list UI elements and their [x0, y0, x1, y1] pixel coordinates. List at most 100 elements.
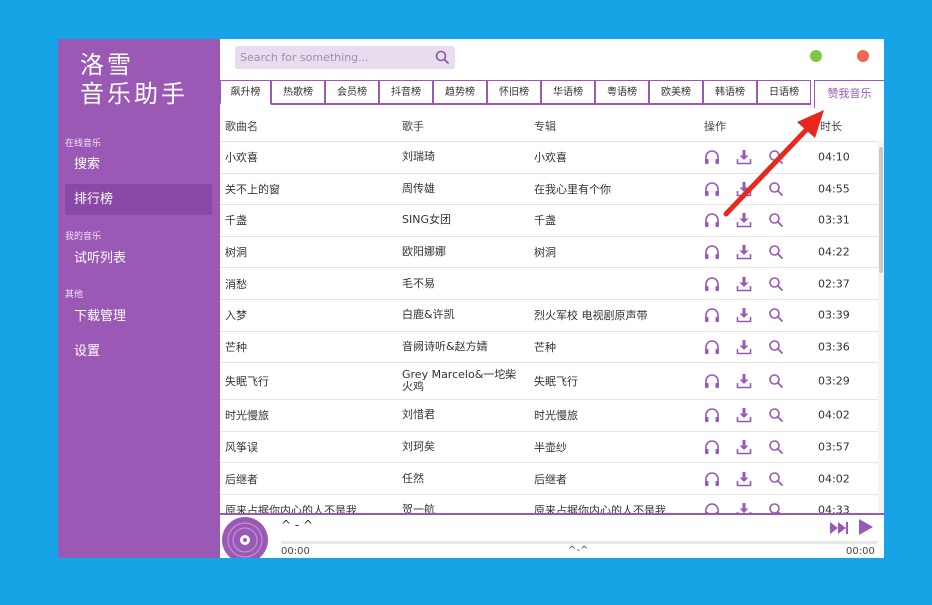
search-song-icon[interactable] [768, 407, 784, 423]
tab-0[interactable]: 飙升榜 [220, 80, 271, 105]
artist-name: 毛不易 [402, 276, 435, 290]
table-row[interactable]: 时光慢旅 刘惜君 时光慢旅 04:02 [220, 399, 878, 431]
tab-1[interactable]: 热歌榜 [271, 80, 325, 105]
download-icon[interactable] [736, 181, 752, 197]
row-actions [704, 181, 794, 197]
listen-icon[interactable] [704, 339, 720, 355]
album-disc-icon [222, 517, 268, 558]
download-icon[interactable] [736, 439, 752, 455]
search-song-icon[interactable] [768, 471, 784, 487]
table-row[interactable]: 消愁 毛不易 02:37 [220, 267, 878, 299]
progress-bar[interactable] [281, 541, 878, 544]
play-icon[interactable] [856, 518, 874, 536]
search-song-icon[interactable] [768, 181, 784, 197]
row-actions [704, 244, 794, 260]
table-row[interactable]: 关不上的窗 周传雄 在我心里有个你 04:55 [220, 172, 878, 205]
artist-name: 欧阳娜娜 [402, 245, 446, 259]
table-row[interactable]: 千盏 SING女团 千盏 03:31 [220, 204, 878, 236]
now-playing-title: ^ - ^ [281, 518, 314, 532]
row-actions [704, 471, 794, 487]
download-icon[interactable] [736, 471, 752, 487]
search-song-icon[interactable] [768, 149, 784, 165]
download-icon[interactable] [736, 339, 752, 355]
search-song-icon[interactable] [768, 439, 784, 455]
download-icon[interactable] [736, 276, 752, 292]
table-row[interactable]: 芒种 音阙诗听&赵方婧 芒种 03:36 [220, 330, 878, 363]
song-name: 消愁 [225, 277, 247, 291]
listen-icon[interactable] [704, 439, 720, 455]
listen-icon[interactable] [704, 181, 720, 197]
search-song-icon[interactable] [768, 244, 784, 260]
close-button[interactable] [857, 50, 869, 62]
song-name: 入梦 [225, 309, 247, 323]
listen-icon[interactable] [704, 307, 720, 323]
row-actions [704, 439, 794, 455]
download-icon[interactable] [736, 212, 752, 228]
search-input[interactable] [240, 46, 428, 69]
tab-3[interactable]: 抖音榜 [379, 80, 433, 105]
listen-icon[interactable] [704, 407, 720, 423]
tab-6[interactable]: 华语榜 [541, 80, 595, 105]
header-duration: 时长 [820, 120, 842, 133]
header-song: 歌曲名 [225, 120, 258, 133]
table-row[interactable]: 入梦 白鹿&许凯 烈火军校 电视剧原声带 03:39 [220, 298, 878, 331]
table-row[interactable]: 树洞 欧阳娜娜 树洞 04:22 [220, 235, 878, 268]
search-icon[interactable] [434, 49, 451, 66]
table-row[interactable]: 小欢喜 刘瑞琦 小欢喜 04:10 [220, 141, 878, 173]
search-song-icon[interactable] [768, 276, 784, 292]
sidebar-item-settings[interactable]: 设置 [65, 336, 212, 367]
listen-icon[interactable] [704, 244, 720, 260]
listen-icon[interactable] [704, 212, 720, 228]
table-row[interactable]: 后继者 任然 后继者 04:02 [220, 462, 878, 494]
listen-icon[interactable] [704, 149, 720, 165]
download-icon[interactable] [736, 244, 752, 260]
download-icon[interactable] [736, 407, 752, 423]
artist-name: 周传雄 [402, 181, 435, 195]
support-link[interactable]: 赞我音乐 [814, 80, 884, 108]
download-icon[interactable] [736, 373, 752, 389]
section-my-music: 我的音乐 [65, 232, 102, 242]
tab-8[interactable]: 欧美榜 [649, 80, 703, 105]
song-duration: 03:39 [818, 308, 850, 322]
table-row[interactable]: 失眠飞行 Grey Marcelo&一坨柴火鸡 失眠飞行 03:29 [220, 362, 878, 399]
song-duration: 03:36 [818, 340, 850, 354]
search-song-icon[interactable] [768, 307, 784, 323]
tab-7[interactable]: 粤语榜 [595, 80, 649, 105]
search-song-icon[interactable] [768, 212, 784, 228]
download-icon[interactable] [736, 149, 752, 165]
next-track-icon[interactable] [829, 520, 849, 536]
logo-line-1: 洛雪 [80, 51, 134, 79]
listen-icon[interactable] [704, 276, 720, 292]
album-name: 时光慢旅 [534, 409, 578, 423]
album-name: 失眠飞行 [534, 375, 578, 389]
table-row[interactable]: 风筝误 刘珂矣 半壶纱 03:57 [220, 430, 878, 463]
tab-9[interactable]: 韩语榜 [703, 80, 757, 105]
tab-4[interactable]: 趋势榜 [433, 80, 487, 105]
listen-icon[interactable] [704, 471, 720, 487]
tab-2[interactable]: 会员榜 [325, 80, 379, 105]
song-duration: 03:57 [818, 440, 850, 454]
listen-icon[interactable] [704, 373, 720, 389]
song-duration: 03:29 [818, 374, 850, 388]
tab-5[interactable]: 怀旧榜 [487, 80, 541, 105]
sidebar-item-search[interactable]: 搜索 [65, 149, 212, 180]
table-header: 歌曲名 歌手 专辑 操作 时长 [220, 113, 884, 139]
search-song-icon[interactable] [768, 339, 784, 355]
download-icon[interactable] [736, 307, 752, 323]
artist-name: SING女团 [402, 213, 451, 227]
tab-10[interactable]: 日语榜 [757, 80, 811, 105]
sidebar-item-charts[interactable]: 排行榜 [65, 184, 212, 215]
search-song-icon[interactable] [768, 373, 784, 389]
table-scrollbar[interactable] [878, 141, 884, 513]
minimize-button[interactable] [810, 50, 822, 62]
listen-icon[interactable] [704, 502, 720, 513]
album-name: 原来占据你内心的人不是我 [534, 504, 666, 513]
sidebar-item-downloads[interactable]: 下载管理 [65, 301, 212, 332]
search-song-icon[interactable] [768, 502, 784, 513]
app-logo: 洛雪 音乐助手 [80, 51, 188, 109]
table-row[interactable]: 原来占据你内心的人不是我 贺一航 原来占据你内心的人不是我 04:33 [220, 493, 878, 513]
sidebar-item-playlist[interactable]: 试听列表 [65, 243, 212, 274]
scrollbar-thumb[interactable] [879, 147, 883, 273]
download-icon[interactable] [736, 502, 752, 513]
song-name: 芒种 [225, 340, 247, 354]
